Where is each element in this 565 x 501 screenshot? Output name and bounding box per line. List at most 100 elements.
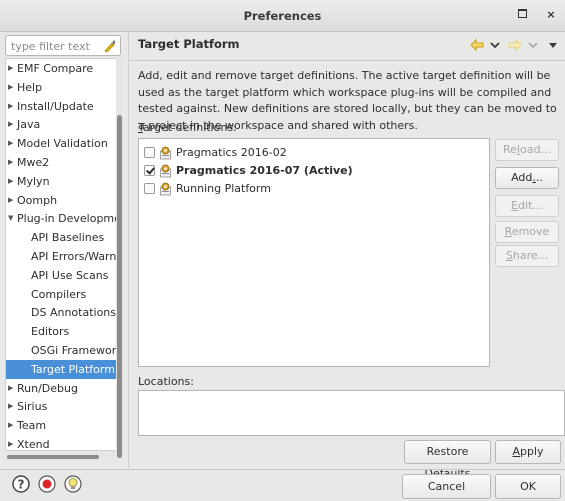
target-checkbox[interactable] bbox=[144, 183, 155, 194]
tree-item[interactable]: API Baselines bbox=[6, 228, 117, 247]
forward-arrow-icon[interactable] bbox=[508, 38, 522, 52]
clear-filter-icon[interactable] bbox=[102, 38, 116, 53]
expand-arrow-icon[interactable]: ▼ bbox=[8, 209, 16, 228]
help-icon[interactable]: ? bbox=[11, 474, 31, 494]
record-macro-icon[interactable] bbox=[37, 474, 57, 494]
maximize-icon[interactable] bbox=[515, 8, 529, 22]
btn-pre: Restore bbox=[426, 445, 469, 458]
btn-mnemonic: E bbox=[511, 199, 519, 212]
tree-item[interactable]: ▶ Oomph bbox=[6, 191, 117, 210]
tree-item[interactable]: ▶ Install/Update bbox=[6, 97, 117, 116]
target-definitions-list[interactable]: Pragmatics 2016-02 Pragmatics 2016-07 (Ac… bbox=[138, 138, 490, 367]
tree-item[interactable]: ▶ EMF Compare bbox=[6, 59, 117, 78]
target-name: Running Platform bbox=[176, 182, 271, 195]
tree-item-label: Sirius bbox=[17, 400, 48, 414]
btn-pre: Re bbox=[503, 143, 517, 156]
tree-item-label: Team bbox=[17, 419, 47, 433]
title-bar: Preferences × bbox=[0, 0, 565, 32]
btn-post: emove bbox=[511, 225, 550, 238]
collapse-arrow-icon[interactable]: ▶ bbox=[8, 78, 16, 97]
tree-item[interactable]: ▶ Run/Debug bbox=[6, 379, 117, 398]
btn-post: dit... bbox=[518, 199, 543, 212]
forward-dropdown-icon[interactable] bbox=[528, 38, 538, 52]
btn-mnemonic: R bbox=[504, 225, 512, 238]
btn-mnemonic: A bbox=[512, 445, 520, 458]
collapse-arrow-icon[interactable]: ▶ bbox=[8, 97, 16, 116]
tree-item[interactable]: ▶ Team bbox=[6, 416, 117, 435]
restore-defaults-button[interactable]: Restore Defaults bbox=[404, 440, 491, 480]
apply-button[interactable]: Apply bbox=[495, 440, 561, 464]
tree-item[interactable]: Editors bbox=[6, 322, 117, 341]
back-dropdown-icon[interactable] bbox=[490, 38, 500, 52]
collapse-arrow-icon[interactable]: ▶ bbox=[8, 172, 16, 191]
target-definition-icon bbox=[160, 182, 171, 196]
tip-icon[interactable] bbox=[63, 474, 83, 494]
target-definitions-label: Target definitions: bbox=[138, 121, 237, 134]
collapse-arrow-icon[interactable]: ▶ bbox=[8, 115, 16, 134]
ok-button[interactable]: OK bbox=[495, 474, 561, 499]
target-definition-icon bbox=[160, 164, 171, 178]
close-icon[interactable]: × bbox=[544, 8, 558, 22]
filter-input[interactable] bbox=[9, 38, 103, 55]
remove-button[interactable]: Remove bbox=[495, 221, 559, 243]
tree-item[interactable]: OSGi Frameworks bbox=[6, 341, 117, 360]
tree-item-label: Help bbox=[17, 80, 43, 94]
tree-item[interactable]: ▼Plug-in Development bbox=[6, 209, 117, 228]
edit-button[interactable]: Edit... bbox=[495, 195, 559, 217]
tree-horizontal-scrollbar[interactable] bbox=[5, 452, 116, 461]
collapse-arrow-icon[interactable]: ▶ bbox=[8, 397, 16, 416]
tree-item[interactable]: ▶ Java bbox=[6, 115, 117, 134]
target-name: Pragmatics 2016-02 bbox=[176, 146, 287, 159]
reload-button[interactable]: Reload... bbox=[495, 139, 559, 161]
window-title: Preferences bbox=[243, 9, 322, 23]
btn-post: pply bbox=[520, 445, 544, 458]
tree-item-label: DS Annotations bbox=[31, 306, 117, 320]
target-checkbox[interactable] bbox=[144, 147, 155, 158]
collapse-arrow-icon[interactable]: ▶ bbox=[8, 416, 16, 435]
collapse-arrow-icon[interactable]: ▶ bbox=[8, 153, 16, 172]
tree-vertical-scrollbar[interactable] bbox=[116, 58, 123, 460]
tree-item-label: OSGi Frameworks bbox=[31, 344, 117, 357]
tree-item[interactable]: DS Annotations bbox=[6, 303, 117, 322]
tree-item[interactable]: ▶ Xtend bbox=[6, 435, 117, 451]
share-button[interactable]: Share... bbox=[495, 245, 559, 267]
tree-item[interactable]: ▶ Mwe2 bbox=[6, 153, 117, 172]
add-button[interactable]: Add... bbox=[495, 167, 559, 189]
collapse-arrow-icon[interactable]: ▶ bbox=[8, 134, 16, 153]
tree-item-label: API Baselines bbox=[31, 231, 105, 245]
scrollbar-thumb[interactable] bbox=[7, 455, 99, 459]
tree-item[interactable]: Compilers bbox=[6, 285, 117, 304]
tree-item[interactable]: API Errors/Warnings bbox=[6, 247, 117, 266]
locations-label: Locations: bbox=[138, 375, 194, 388]
view-menu-icon[interactable] bbox=[548, 38, 558, 52]
tree-item-label: API Use Scans bbox=[31, 268, 109, 282]
cancel-button[interactable]: Cancel bbox=[402, 474, 491, 499]
back-arrow-icon[interactable] bbox=[470, 38, 484, 52]
target-definition-icon bbox=[160, 146, 171, 160]
target-checkbox[interactable] bbox=[144, 165, 155, 176]
btn-post: hare... bbox=[512, 249, 549, 262]
preferences-tree[interactable]: ▶ EMF Compare ▶ Help ▶ Install/Update ▶ Java ▶ Mo… bbox=[5, 58, 118, 451]
page-title: Target Platform bbox=[138, 37, 240, 51]
tree-item[interactable]: ▶ Sirius bbox=[6, 397, 117, 416]
locations-list[interactable] bbox=[138, 390, 565, 436]
pane-divider[interactable] bbox=[128, 32, 129, 468]
tree-item[interactable]: Target Platform bbox=[6, 359, 117, 379]
tree-item-label: Oomph bbox=[17, 193, 58, 207]
filter-field[interactable] bbox=[5, 35, 121, 56]
tree-item-label: Xtend bbox=[17, 438, 50, 451]
tree-item[interactable]: ▶ Help bbox=[6, 78, 117, 97]
svg-text:?: ? bbox=[18, 478, 25, 492]
collapse-arrow-icon[interactable]: ▶ bbox=[8, 191, 16, 210]
scrollbar-thumb[interactable] bbox=[117, 115, 122, 458]
tree-item[interactable]: ▶ Mylyn bbox=[6, 172, 117, 191]
btn-mnemonic: S bbox=[505, 249, 513, 262]
tree-item[interactable]: API Use Scans bbox=[6, 266, 117, 285]
tree-item-label: Java bbox=[17, 118, 41, 132]
tree-item[interactable]: ▶ Model Validation bbox=[6, 134, 117, 153]
collapse-arrow-icon[interactable]: ▶ bbox=[8, 59, 16, 78]
tree-item-label: EMF Compare bbox=[17, 62, 94, 75]
tree-item-label: API Errors/Warnings bbox=[31, 250, 117, 263]
collapse-arrow-icon[interactable]: ▶ bbox=[8, 379, 16, 398]
collapse-arrow-icon[interactable]: ▶ bbox=[8, 435, 16, 450]
